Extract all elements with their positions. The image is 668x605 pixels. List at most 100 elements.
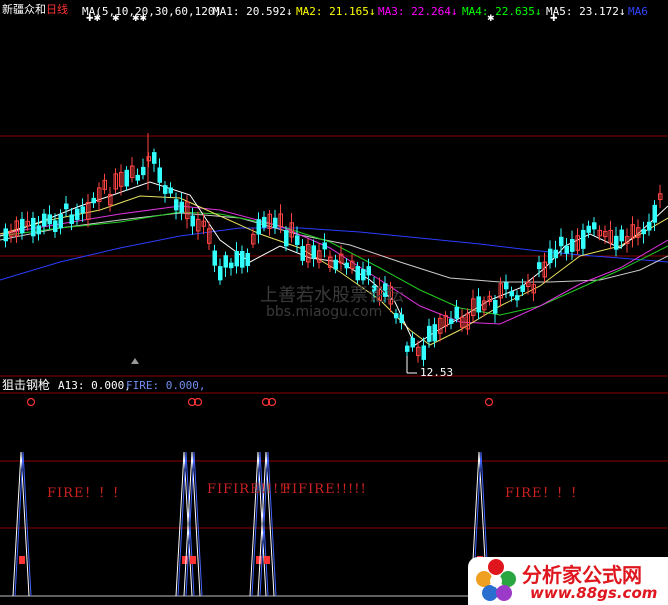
fire-marker [19, 556, 25, 564]
fire-marker [264, 556, 270, 564]
candle [586, 225, 591, 233]
candle [300, 246, 305, 261]
candle [135, 174, 140, 181]
fire-text: FIFIRE!!!!! [207, 482, 292, 497]
candle [174, 199, 179, 211]
candle [504, 282, 509, 290]
candle [399, 314, 404, 323]
candle [421, 345, 426, 360]
fire-marker [182, 556, 188, 564]
candle [537, 262, 542, 270]
candle [570, 238, 575, 252]
candle [619, 229, 624, 242]
candle [548, 248, 553, 264]
candle [273, 217, 278, 228]
fire-marker [256, 556, 262, 564]
candle [361, 268, 366, 281]
candle [322, 242, 327, 250]
candle [53, 220, 58, 232]
chart-header: 新疆众和日线 [2, 3, 68, 17]
candle [245, 253, 250, 266]
candle [592, 222, 597, 230]
candle [190, 215, 195, 227]
signal-circles [26, 397, 494, 407]
low-marker [131, 356, 417, 374]
candle [20, 218, 25, 234]
candle [427, 325, 432, 342]
candle [163, 185, 168, 194]
fire-text: FIFIRE!!!!! [282, 482, 367, 497]
ma6-line [0, 227, 668, 281]
candle [256, 219, 261, 235]
candle [42, 213, 47, 227]
ma6-value: MA6 [628, 5, 648, 18]
fire-spikes [12, 451, 490, 597]
candle [449, 318, 454, 324]
candle [179, 201, 184, 213]
candle [69, 214, 74, 224]
candle [91, 197, 96, 204]
candle [311, 245, 316, 259]
watermark-url: bbs.miaogu.com [266, 304, 383, 320]
candle [234, 251, 239, 267]
candle [394, 313, 399, 319]
period-label[interactable]: 日线 [46, 3, 68, 16]
candle [454, 306, 459, 319]
fire-text: FIRE！！！ [47, 486, 127, 501]
candle [64, 203, 69, 210]
candle [295, 235, 300, 245]
candle [476, 296, 481, 313]
ma2-value: MA2: 21.165↓ [296, 5, 376, 18]
candle [157, 167, 162, 183]
fire-value: FIRE: 0.000, [126, 379, 206, 392]
candle [58, 214, 63, 229]
candle [124, 169, 129, 187]
candle [355, 266, 360, 281]
candle [3, 228, 8, 242]
candle [218, 266, 223, 281]
candle [168, 187, 173, 194]
candle [614, 235, 619, 250]
candle [284, 230, 289, 247]
indicator-name[interactable]: 狙击钢枪 [2, 378, 50, 392]
signal-circle-icon [26, 397, 36, 407]
candle [36, 225, 41, 235]
candle [229, 262, 234, 269]
ma5-value: MA5: 23.172↓ [546, 5, 626, 18]
candle [641, 229, 646, 235]
candle [223, 255, 228, 268]
candle [652, 204, 657, 223]
candle [559, 236, 564, 247]
ma2-line [0, 195, 668, 346]
a13-value: A13: 0.000, [58, 379, 131, 392]
candle [333, 259, 338, 270]
candle [262, 216, 267, 228]
candle [152, 152, 157, 164]
ma1-value: MA1: 20.592↓ [213, 5, 293, 18]
candle [75, 208, 80, 220]
candle [47, 214, 52, 225]
ma4-value: MA4: 22.635↓ [462, 5, 542, 18]
fire-marker [190, 556, 196, 564]
site-logo[interactable]: 分析家公式网 www.88gs.com [468, 557, 668, 605]
candle [564, 245, 569, 254]
candle [520, 285, 525, 292]
candle [647, 221, 652, 231]
candle [493, 300, 498, 314]
price-panel [0, 135, 668, 377]
candle [80, 206, 85, 214]
candle [410, 337, 415, 348]
candle [432, 324, 437, 342]
signal-circle-icon [484, 397, 494, 407]
fire-text: FIRE！！！ [505, 486, 585, 501]
low-price-label: 12.53 [420, 366, 454, 379]
stock-name[interactable]: 新疆众和 [2, 3, 46, 16]
candle [515, 295, 520, 301]
ma-params: MA(5,10,20,30,60,120) [82, 5, 222, 18]
candle [405, 345, 410, 352]
candle [212, 250, 217, 266]
logo-url: www.88gs.com [530, 584, 658, 602]
candle [366, 266, 371, 276]
flower-logo-icon [476, 559, 516, 601]
candle [141, 166, 146, 176]
